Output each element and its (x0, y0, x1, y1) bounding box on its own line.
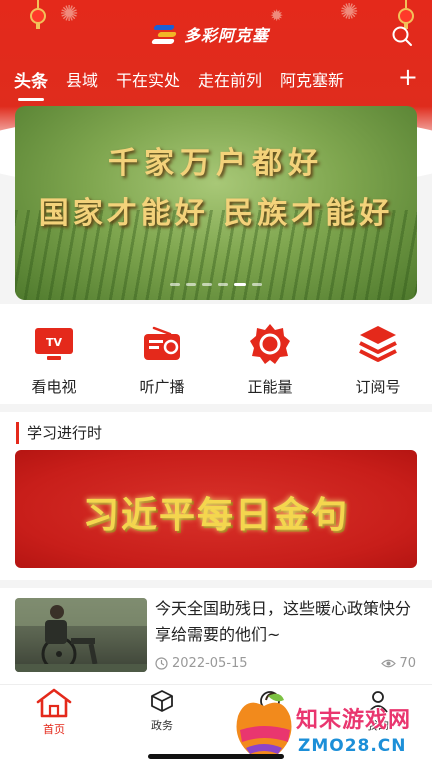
banner-headline: 千家万户都好 (108, 146, 324, 181)
tab-headlines[interactable]: 头条 (14, 67, 48, 101)
quick-link-label: 看电视 (31, 378, 77, 396)
news-title[interactable]: 今天全国助残日，这些暖心政策快分享给需要的他们~ (155, 596, 417, 648)
home-icon (36, 688, 72, 718)
carousel-dot (252, 283, 262, 286)
firework-icon: ✺ (60, 2, 79, 27)
news-date-text: 2022-05-15 (172, 656, 248, 671)
eye-icon (381, 659, 397, 668)
news-thumbnail (15, 598, 147, 672)
news-item[interactable]: 今天全国助残日，这些暖心政策快分享给需要的他们~ 2022-05-15 70 (0, 588, 432, 684)
clock-icon (155, 657, 168, 670)
study-section: 学习进行时 习近平每日金句 (0, 412, 432, 580)
firework-icon: ✹ (270, 6, 284, 25)
energy-icon (250, 324, 290, 364)
home-indicator[interactable] (148, 754, 284, 759)
carousel-dot (186, 283, 196, 286)
news-date: 2022-05-15 (155, 656, 248, 671)
add-channel-button[interactable]: + (398, 62, 418, 92)
quick-link-label: 正能量 (247, 378, 293, 396)
carousel-dot (202, 283, 212, 286)
carousel-dot-active (234, 283, 246, 286)
tab-county[interactable]: 县域 (66, 67, 98, 91)
news-views: 70 (381, 656, 416, 671)
channel-tabs: 头条 县域 干在实处 走在前列 阿克塞新 (0, 62, 432, 101)
carousel-indicator (15, 283, 417, 286)
news-views-count: 70 (399, 656, 416, 671)
tab-akesai-new[interactable]: 阿克塞新 (280, 67, 344, 91)
nav-label: 政务 (151, 719, 173, 732)
firework-icon: ✺ (340, 0, 359, 25)
layers-icon (359, 326, 397, 362)
gov-icon (151, 690, 173, 712)
logo-text: 多彩阿克塞 (184, 26, 270, 45)
search-button[interactable] (390, 24, 414, 48)
tv-icon: TV (35, 328, 73, 360)
daily-quotes-text: 习近平每日金句 (82, 495, 349, 536)
watermark-url: ZMO28.CN (298, 736, 407, 756)
lantern-icon (30, 0, 46, 29)
quick-link-subscription[interactable]: 订阅号 (324, 304, 432, 404)
radio-icon (144, 326, 180, 360)
quick-link-energy[interactable]: 正能量 (216, 304, 324, 404)
watermark-text: 知末游戏网 (296, 708, 412, 733)
nav-label: 首页 (43, 723, 65, 736)
search-icon (392, 26, 412, 46)
quick-link-tv[interactable]: TV 看电视 (0, 304, 108, 404)
section-title: 学习进行时 (16, 422, 102, 444)
quick-link-radio[interactable]: 听广播 (108, 304, 216, 404)
quick-link-label: 听广播 (139, 378, 185, 396)
banner-subline: 国家才能好 民族才能好 (38, 196, 394, 231)
quick-link-label: 订阅号 (355, 378, 401, 396)
nav-home[interactable]: 首页 (0, 685, 108, 768)
daily-quotes-banner[interactable]: 习近平每日金句 (15, 450, 417, 568)
tab-forefront[interactable]: 走在前列 (198, 67, 262, 91)
app-screen: ✺ ✺ ✹ 多彩阿克塞 头条 县域 干在实处 走在前列 阿克塞新 + 千家万户都… (0, 0, 432, 768)
carousel-dot (170, 283, 180, 286)
carousel-dot (218, 283, 228, 286)
logo-mark-icon (151, 22, 178, 46)
hero-banner[interactable]: 千家万户都好 国家才能好 民族才能好 (15, 106, 417, 300)
tab-practical-work[interactable]: 干在实处 (116, 67, 180, 91)
quick-links: TV 看电视 听广播 正能量 订阅号 (0, 304, 432, 404)
svg-text:TV: TV (46, 336, 63, 349)
app-logo: 多彩阿克塞 (151, 20, 270, 48)
